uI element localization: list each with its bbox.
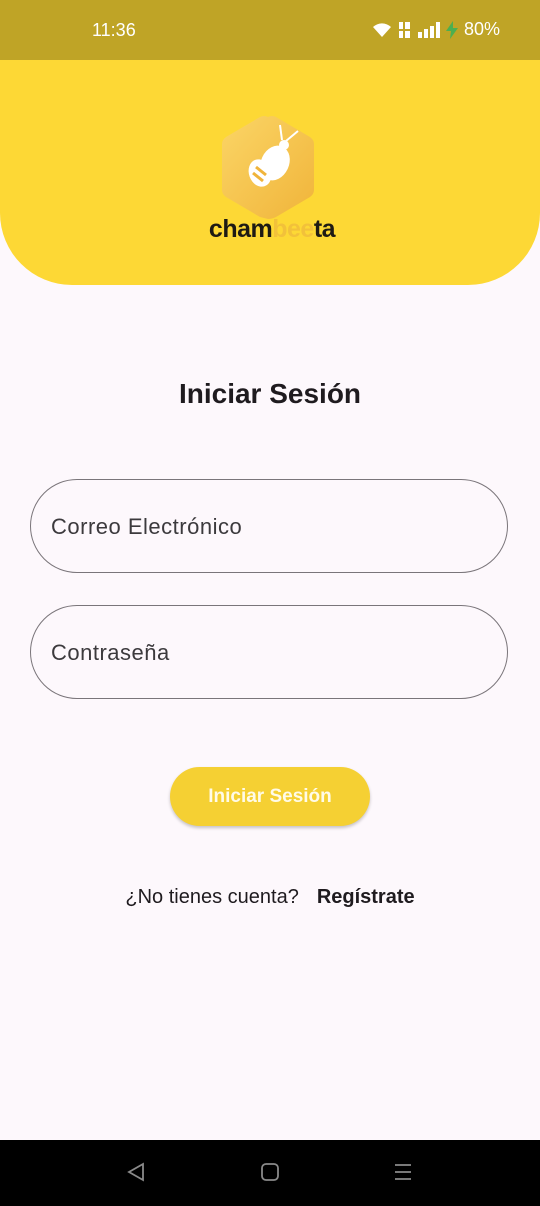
- email-field[interactable]: [30, 479, 508, 574]
- register-row: ¿No tienes cuenta? Regístrate: [0, 886, 540, 909]
- signal-icon: [417, 21, 440, 38]
- logo-text: chambeeta: [208, 215, 336, 243]
- register-prompt: ¿No tienes cuenta?: [125, 886, 299, 908]
- logo: chambeeta: [200, 115, 340, 245]
- navigation-bar: [0, 1140, 540, 1206]
- login-button[interactable]: Iniciar Sesión: [170, 767, 370, 826]
- status-icons: 80%: [372, 19, 500, 40]
- charging-icon: [445, 20, 458, 39]
- bee-icon: [222, 116, 314, 219]
- email-input[interactable]: [49, 480, 483, 574]
- recents-icon[interactable]: [393, 1162, 413, 1182]
- password-input[interactable]: [49, 606, 483, 700]
- register-link[interactable]: Regístrate: [317, 886, 415, 909]
- header: chambeeta: [0, 60, 540, 285]
- status-bar: 11:36 80%: [0, 0, 540, 60]
- home-icon[interactable]: [260, 1162, 280, 1182]
- battery-level: 80%: [463, 19, 500, 39]
- page-title: Iniciar Sesión: [178, 378, 362, 409]
- volte-icon: [398, 21, 410, 38]
- wifi-icon: [372, 22, 391, 37]
- status-time: 11:36: [92, 20, 136, 40]
- password-field[interactable]: [30, 605, 508, 700]
- back-icon[interactable]: [126, 1162, 146, 1182]
